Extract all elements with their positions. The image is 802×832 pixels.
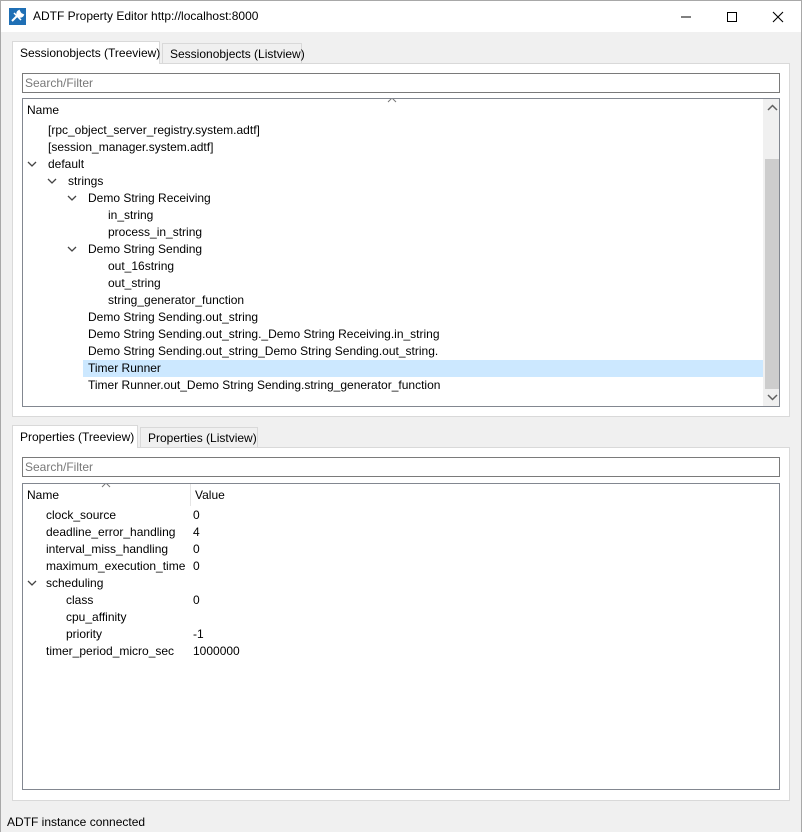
status-text: ADTF instance connected [7, 815, 146, 829]
maximize-button[interactable] [709, 1, 755, 32]
tree-row-label: out_string [108, 276, 161, 290]
tree-row[interactable]: process_in_string [23, 224, 763, 241]
property-value[interactable]: 0 [193, 541, 200, 558]
tree-row-label: string_generator_function [108, 293, 245, 307]
property-row[interactable]: interval_miss_handling 0 [23, 541, 779, 558]
property-row[interactable]: clock_source 0 [23, 507, 779, 524]
property-row[interactable]: priority -1 [23, 626, 779, 643]
property-row[interactable]: deadline_error_handling 4 [23, 524, 779, 541]
tab-properties-listview[interactable]: Properties (Listview) [140, 427, 258, 448]
tree-row[interactable]: out_16string [23, 258, 763, 275]
session-tree[interactable]: Name [rpc_object_server_registry.system.… [22, 98, 780, 407]
session-panel: Name [rpc_object_server_registry.system.… [12, 63, 790, 417]
chevron-down-icon[interactable] [67, 194, 77, 202]
session-scrollbar-thumb[interactable] [765, 159, 779, 389]
tree-row[interactable]: [rpc_object_server_registry.system.adtf] [23, 122, 763, 139]
tree-row-label: strings [68, 174, 104, 188]
maximize-icon [727, 12, 737, 22]
tree-row-label: Demo String Sending.out_string_Demo Stri… [88, 344, 439, 358]
column-header-value[interactable]: Value [190, 484, 779, 506]
tree-row-label: process_in_string [108, 225, 203, 239]
scroll-up-icon[interactable] [767, 103, 778, 114]
property-value[interactable]: 4 [193, 524, 200, 541]
sort-ascending-icon [101, 484, 111, 488]
property-name: priority [66, 627, 103, 641]
tree-row[interactable]: out_string [23, 275, 763, 292]
tree-row-label: Demo String Sending [88, 242, 203, 256]
column-header-name-label: Name [27, 488, 60, 502]
tree-row[interactable]: Demo String Sending.out_string_Demo Stri… [23, 343, 763, 360]
property-name: cpu_affinity [66, 610, 127, 624]
app-window: ADTF Property Editor http://localhost:80… [0, 0, 802, 832]
properties-panel: Name Value clock_source0deadline_error_h… [12, 447, 790, 801]
properties-search-input[interactable] [22, 457, 780, 477]
chevron-down-icon[interactable] [47, 177, 57, 185]
property-row[interactable]: scheduling [23, 575, 779, 592]
tree-row-label: Demo String Sending.out_string._Demo Str… [88, 327, 440, 341]
property-name: class [66, 593, 94, 607]
property-name: timer_period_micro_sec [46, 644, 175, 658]
tree-row-label: [session_manager.system.adtf] [48, 140, 214, 154]
minimize-button[interactable] [663, 1, 709, 32]
property-row[interactable]: class 0 [23, 592, 779, 609]
properties-tabbar: Properties (Treeview) Properties (Listvi… [12, 425, 792, 449]
column-header-name-label: Name [27, 103, 60, 117]
tree-row-label: Timer Runner [86, 360, 163, 377]
status-bar: ADTF instance connected [1, 813, 801, 832]
property-value[interactable]: 0 [193, 558, 200, 575]
close-button[interactable] [755, 1, 801, 32]
sort-ascending-icon [387, 99, 397, 103]
property-row[interactable]: cpu_affinity [23, 609, 779, 626]
property-name: interval_miss_handling [46, 542, 169, 556]
tab-properties-treeview[interactable]: Properties (Treeview) [12, 425, 138, 448]
tree-row[interactable]: Demo String Sending.out_string._Demo Str… [23, 326, 763, 343]
tree-row[interactable]: Demo String Receiving [23, 190, 763, 207]
property-value[interactable]: 0 [193, 592, 200, 609]
tree-row-label: Demo String Sending.out_string [88, 310, 259, 324]
wrench-app-icon [9, 8, 26, 25]
session-tree-header: Name [23, 99, 763, 121]
property-row[interactable]: timer_period_micro_sec 1000000 [23, 643, 779, 660]
session-vertical-scrollbar[interactable] [763, 99, 779, 406]
tree-row[interactable]: strings [23, 173, 763, 190]
tree-row-label: [rpc_object_server_registry.system.adtf] [48, 123, 260, 137]
chevron-down-icon[interactable] [27, 160, 37, 168]
session-search-input[interactable] [22, 73, 780, 93]
tree-row[interactable]: Timer Runner [23, 360, 763, 377]
tree-row[interactable]: Timer Runner.out_Demo String Sending.str… [23, 377, 763, 394]
tree-row[interactable]: [session_manager.system.adtf] [23, 139, 763, 156]
tree-row[interactable]: Demo String Sending.out_string [23, 309, 763, 326]
title-bar[interactable]: ADTF Property Editor http://localhost:80… [1, 1, 801, 32]
tree-row-label: out_16string [108, 259, 175, 273]
window-title: ADTF Property Editor http://localhost:80… [33, 9, 259, 23]
property-name: maximum_execution_time [46, 559, 186, 573]
properties-tree-header: Name Value [23, 484, 779, 506]
property-row[interactable]: maximum_execution_time 0 [23, 558, 779, 575]
chevron-down-icon[interactable] [67, 245, 77, 253]
minimize-icon [681, 16, 691, 18]
chevron-down-icon[interactable] [27, 579, 37, 587]
tree-row[interactable]: in_string [23, 207, 763, 224]
tree-row-label: default [48, 157, 85, 171]
close-icon [772, 11, 784, 23]
tree-row[interactable]: default [23, 156, 763, 173]
properties-tree[interactable]: Name Value clock_source 0 deadline_error_h… [22, 483, 780, 790]
tree-row-label: in_string [108, 208, 154, 222]
property-name: clock_source [46, 508, 117, 522]
session-tabbar: Sessionobjects (Treeview) Sessionobjects… [12, 41, 792, 65]
tab-sessionobjects-listview[interactable]: Sessionobjects (Listview) [162, 43, 305, 64]
tab-sessionobjects-treeview[interactable]: Sessionobjects (Treeview) [12, 41, 160, 64]
scroll-down-icon[interactable] [767, 391, 778, 402]
property-value[interactable]: -1 [193, 626, 204, 643]
tree-row[interactable]: string_generator_function [23, 292, 763, 309]
property-value[interactable]: 1000000 [193, 643, 240, 660]
property-name: deadline_error_handling [46, 525, 176, 539]
property-name: scheduling [46, 576, 104, 590]
tree-row-label: Timer Runner.out_Demo String Sending.str… [88, 378, 441, 392]
tree-row-label: Demo String Receiving [88, 191, 211, 205]
property-value[interactable]: 0 [193, 507, 200, 524]
tree-row[interactable]: Demo String Sending [23, 241, 763, 258]
column-header-value-label: Value [195, 488, 225, 502]
